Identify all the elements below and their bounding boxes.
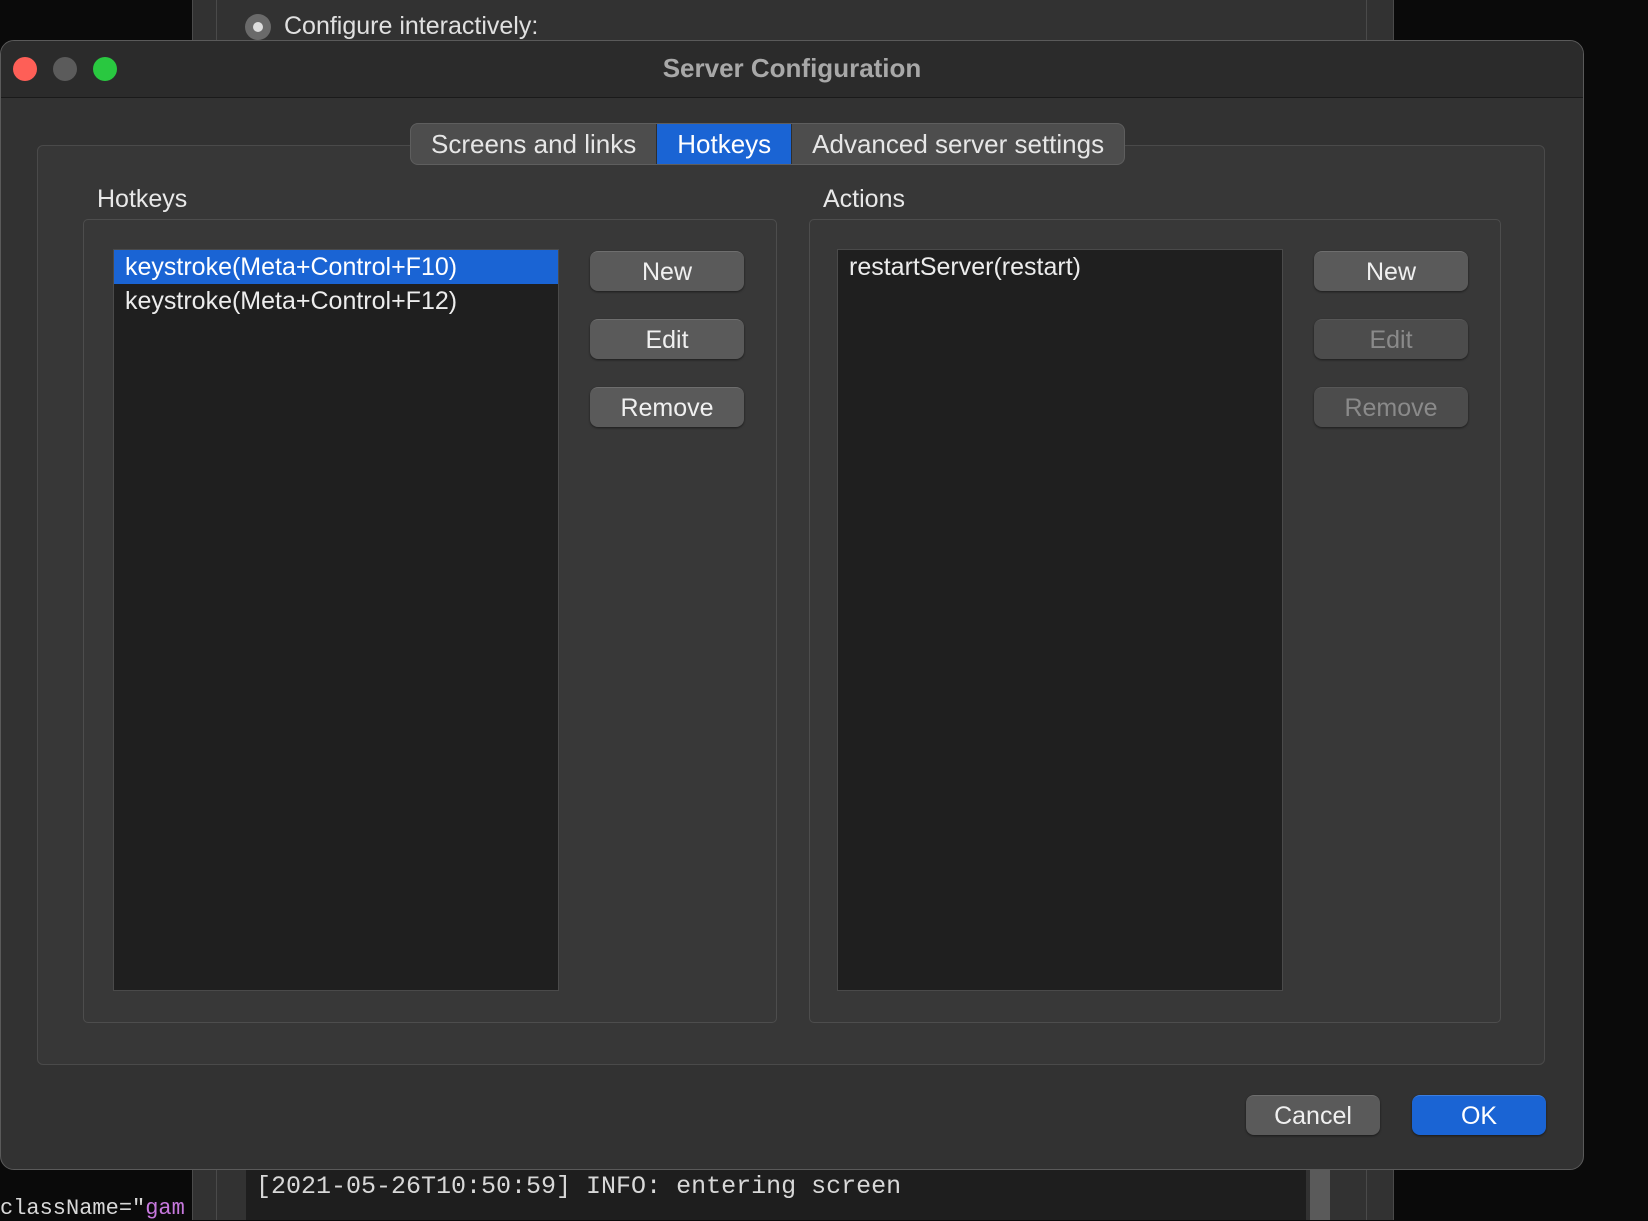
new-hotkey-button[interactable]: New	[590, 251, 744, 291]
hotkey-item[interactable]: keystroke(Meta+Control+F12)	[114, 284, 558, 318]
tab-hotkeys[interactable]: Hotkeys	[657, 124, 793, 164]
ok-button[interactable]: OK	[1412, 1095, 1546, 1135]
remove-hotkey-button[interactable]: Remove	[590, 387, 744, 427]
hotkeys-group-label: Hotkeys	[97, 185, 188, 213]
actions-group-label: Actions	[823, 185, 905, 213]
code-prefix: className="	[0, 1196, 146, 1221]
cancel-button[interactable]: Cancel	[1246, 1095, 1380, 1135]
code-snippet: className="gam	[0, 1196, 185, 1221]
edit-action-button[interactable]: Edit	[1314, 319, 1468, 359]
edit-hotkey-button[interactable]: Edit	[590, 319, 744, 359]
new-action-button[interactable]: New	[1314, 251, 1468, 291]
actions-list[interactable]: restartServer(restart)	[837, 249, 1283, 991]
tab-advanced-server-settings[interactable]: Advanced server settings	[792, 124, 1124, 164]
tab-bar: Screens and links Hotkeys Advanced serve…	[410, 123, 1126, 165]
hotkey-item[interactable]: keystroke(Meta+Control+F10)	[114, 250, 558, 284]
log-line: [2021-05-26T10:50:59] INFO: entering scr…	[256, 1172, 902, 1201]
remove-action-button[interactable]: Remove	[1314, 387, 1468, 427]
server-configuration-dialog: Server Configuration Screens and links H…	[0, 40, 1584, 1170]
title-bar: Server Configuration	[1, 41, 1583, 98]
configure-interactively-radio[interactable]	[245, 14, 271, 40]
action-item[interactable]: restartServer(restart)	[838, 250, 1282, 284]
hotkeys-list[interactable]: keystroke(Meta+Control+F10) keystroke(Me…	[113, 249, 559, 991]
configure-interactively-label: Configure interactively:	[284, 12, 539, 40]
code-attr: gam	[145, 1196, 185, 1221]
tab-screens-and-links[interactable]: Screens and links	[411, 124, 658, 164]
dialog-title: Server Configuration	[662, 53, 922, 83]
